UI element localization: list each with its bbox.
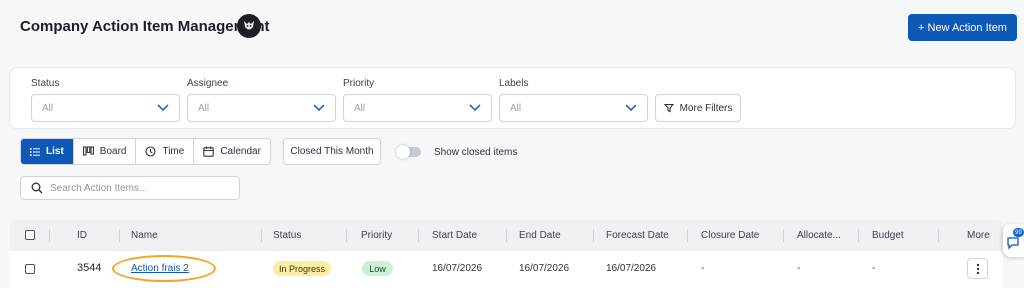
chat-icon bbox=[1007, 237, 1019, 250]
column-header-id[interactable]: ID bbox=[77, 230, 87, 241]
select-all-checkbox[interactable] bbox=[25, 230, 35, 240]
chat-notification-badge: 99 bbox=[1013, 228, 1024, 237]
column-divider bbox=[49, 229, 50, 242]
budget-cell: - bbox=[872, 263, 876, 274]
column-header-budget[interactable]: Budget bbox=[872, 230, 904, 241]
priority-filter-select[interactable]: All bbox=[343, 94, 492, 122]
column-divider bbox=[687, 229, 688, 242]
filter-icon bbox=[663, 103, 674, 113]
column-header-forecast-date[interactable]: Forecast Date bbox=[606, 230, 669, 241]
assignee-filter-value: All bbox=[198, 102, 210, 114]
chevron-down-icon bbox=[469, 104, 481, 112]
closed-this-month-button[interactable]: Closed This Month bbox=[283, 138, 381, 165]
search-input[interactable] bbox=[50, 182, 220, 194]
board-icon bbox=[82, 146, 94, 156]
column-header-closure-date[interactable]: Closure Date bbox=[701, 230, 759, 241]
calendar-icon bbox=[203, 146, 215, 157]
tab-time-label: Time bbox=[162, 146, 185, 157]
labels-filter-value: All bbox=[510, 102, 522, 114]
status-filter-select[interactable]: All bbox=[31, 94, 180, 122]
more-vertical-icon bbox=[976, 263, 979, 274]
row-id: 3544 bbox=[77, 262, 102, 274]
tab-list[interactable]: List bbox=[21, 139, 74, 164]
priority-filter-value: All bbox=[354, 102, 366, 114]
assignee-filter-select[interactable]: All bbox=[187, 94, 336, 122]
search-box bbox=[20, 176, 240, 200]
status-filter-value: All bbox=[42, 102, 54, 114]
column-divider bbox=[506, 229, 507, 242]
more-filters-button[interactable]: More Filters bbox=[655, 94, 741, 122]
tab-board[interactable]: Board bbox=[74, 139, 137, 164]
chevron-down-icon bbox=[625, 104, 637, 112]
column-divider bbox=[938, 229, 939, 242]
tab-board-label: Board bbox=[99, 146, 127, 157]
search-icon bbox=[31, 182, 43, 194]
column-header-more: More bbox=[967, 230, 990, 241]
assignee-filter-label: Assignee bbox=[187, 78, 229, 89]
clock-icon bbox=[145, 146, 157, 157]
more-filters-label: More Filters bbox=[679, 102, 733, 114]
column-divider bbox=[418, 229, 419, 242]
chevron-down-icon bbox=[157, 104, 169, 112]
labels-filter-label: Labels bbox=[499, 78, 529, 89]
column-divider bbox=[346, 229, 347, 242]
forecast-date-cell: 16/07/2026 bbox=[606, 263, 657, 274]
tab-calendar-label: Calendar bbox=[220, 146, 261, 157]
column-header-priority[interactable]: Priority bbox=[361, 230, 392, 241]
row-more-button[interactable] bbox=[967, 258, 988, 279]
column-header-name[interactable]: Name bbox=[131, 230, 158, 241]
show-closed-label: Show closed items bbox=[434, 147, 518, 158]
column-header-start-date[interactable]: Start Date bbox=[432, 230, 477, 241]
chevron-down-icon bbox=[313, 104, 325, 112]
action-item-name-link[interactable]: Action frais 2 bbox=[131, 263, 189, 274]
tab-time[interactable]: Time bbox=[136, 139, 195, 164]
company-logo-icon bbox=[237, 14, 261, 38]
row-checkbox[interactable] bbox=[25, 264, 35, 274]
status-badge: In Progress bbox=[273, 261, 331, 276]
start-date-cell: 16/07/2026 bbox=[432, 263, 483, 274]
allocated-cell: - bbox=[797, 263, 801, 274]
column-divider bbox=[261, 229, 262, 242]
column-header-allocated[interactable]: Allocate... bbox=[797, 230, 841, 241]
end-date-cell: 16/07/2026 bbox=[519, 263, 570, 274]
priority-filter-label: Priority bbox=[343, 78, 375, 89]
page-title: Company Action Item Management bbox=[20, 18, 270, 35]
tab-calendar[interactable]: Calendar bbox=[194, 139, 270, 164]
list-icon bbox=[30, 147, 40, 156]
column-divider bbox=[858, 229, 859, 242]
column-header-status[interactable]: Status bbox=[273, 230, 301, 241]
toggle-knob bbox=[396, 145, 410, 159]
show-closed-toggle[interactable] bbox=[396, 145, 421, 159]
column-divider bbox=[783, 229, 784, 242]
priority-badge: Low bbox=[362, 261, 393, 276]
labels-filter-select[interactable]: All bbox=[499, 94, 648, 122]
column-header-end-date[interactable]: End Date bbox=[519, 230, 561, 241]
column-divider bbox=[593, 229, 594, 242]
status-filter-label: Status bbox=[31, 78, 60, 89]
column-divider bbox=[119, 229, 120, 242]
closure-date-cell: - bbox=[701, 263, 705, 274]
tab-list-label: List bbox=[46, 146, 64, 157]
new-action-item-button[interactable]: + New Action Item bbox=[908, 14, 1017, 41]
view-tabs: List Board Time Calendar bbox=[20, 138, 271, 165]
